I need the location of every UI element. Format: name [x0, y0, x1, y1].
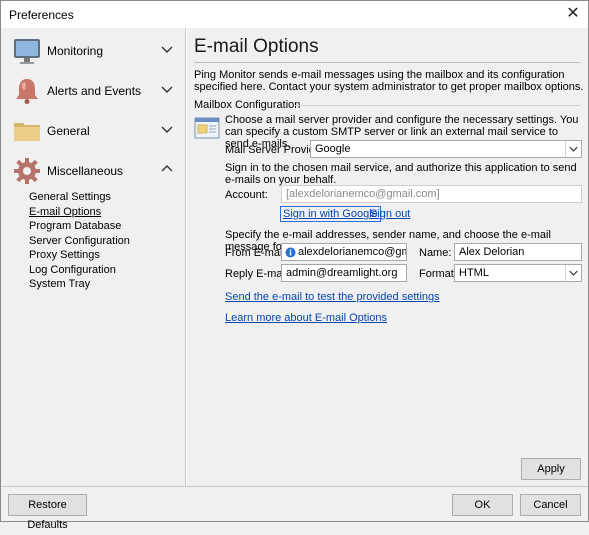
group-divider	[295, 105, 580, 106]
send-test-email-link[interactable]: Send the e-mail to test the provided set…	[225, 291, 440, 303]
sidebar-item-program-database[interactable]: Program Database	[29, 219, 130, 234]
learn-more-link[interactable]: Learn more about E-mail Options	[225, 312, 387, 324]
name-field[interactable]: Alex Delorian	[454, 243, 582, 261]
close-icon[interactable]: ✕	[558, 1, 588, 28]
category-label: Alerts and Events	[47, 84, 142, 98]
reply-email-field[interactable]: admin@dreamlight.org	[281, 264, 407, 282]
main-content: E-mail Options Ping Monitor sends e-mail…	[187, 28, 588, 486]
info-icon	[285, 247, 296, 258]
window-title: Preferences	[9, 8, 74, 22]
restore-defaults-button[interactable]: Restore Defaults	[8, 494, 87, 531]
format-select[interactable]: HTML	[454, 264, 582, 282]
from-email-label: From E-mail:	[225, 247, 288, 259]
provider-selected-value: Google	[315, 143, 351, 155]
chevron-down-icon	[161, 46, 173, 53]
chevron-down-icon	[565, 141, 578, 157]
account-label: Account:	[225, 189, 268, 201]
category-general[interactable]: General	[1, 112, 186, 152]
sidebar-item-general-settings[interactable]: General Settings	[29, 190, 130, 205]
category-label: General	[47, 124, 90, 138]
ok-button[interactable]: OK	[452, 494, 513, 516]
sign-out-link[interactable]: Sign out	[370, 208, 410, 220]
account-field: [alexdelorianemco@gmail.com]	[281, 185, 582, 203]
gear-icon	[14, 158, 40, 184]
mailbox-icon	[194, 117, 220, 139]
footer-bar: Restore Defaults OK Cancel	[1, 486, 588, 531]
chevron-down-icon	[565, 265, 578, 281]
chevron-down-icon	[161, 126, 173, 133]
name-label: Name:	[419, 247, 452, 259]
chevron-up-icon	[161, 165, 173, 172]
page-description: Ping Monitor sends e-mail messages using…	[194, 69, 584, 93]
preferences-window: Preferences ✕ Monitoring Alerts and Even…	[0, 0, 589, 531]
sidebar-item-email-options[interactable]: E-mail Options	[29, 205, 130, 220]
apply-button[interactable]: Apply	[521, 458, 581, 480]
monitor-icon	[14, 39, 40, 64]
group-label: Mailbox Configuration	[194, 99, 301, 111]
title-bar: Preferences ✕	[1, 1, 588, 28]
folder-icon	[14, 123, 40, 141]
category-miscellaneous[interactable]: Miscellaneous	[1, 152, 186, 192]
category-label: Monitoring	[47, 44, 104, 58]
category-alerts-and-events[interactable]: Alerts and Events	[1, 72, 186, 112]
category-label: Miscellaneous	[47, 164, 124, 178]
category-monitoring[interactable]: Monitoring	[1, 32, 186, 72]
signin-instructions: Sign in to the chosen mail service, and …	[225, 162, 577, 186]
chevron-down-icon	[161, 86, 173, 93]
sidebar-item-log-configuration[interactable]: Log Configuration	[29, 263, 130, 278]
provider-select[interactable]: Google	[310, 140, 582, 158]
sidebar-item-proxy-settings[interactable]: Proxy Settings	[29, 248, 130, 263]
format-selected-value: HTML	[459, 267, 489, 279]
sidebar-item-server-configuration[interactable]: Server Configuration	[29, 234, 130, 249]
miscellaneous-subitems: General Settings E-mail Options Program …	[29, 190, 130, 292]
from-email-value: alexdelorianemco@gmail.com	[298, 246, 407, 258]
from-email-field[interactable]: alexdelorianemco@gmail.com	[281, 243, 407, 261]
format-label: Format:	[419, 268, 457, 280]
sidebar: Monitoring Alerts and Events General Mis…	[1, 28, 186, 486]
title-divider	[194, 62, 580, 63]
page-title: E-mail Options	[194, 36, 319, 57]
bell-icon	[16, 79, 38, 104]
cancel-button[interactable]: Cancel	[520, 494, 581, 516]
sign-in-with-google-link[interactable]: Sign in with Google	[280, 206, 381, 222]
sidebar-item-system-tray[interactable]: System Tray	[29, 277, 130, 292]
